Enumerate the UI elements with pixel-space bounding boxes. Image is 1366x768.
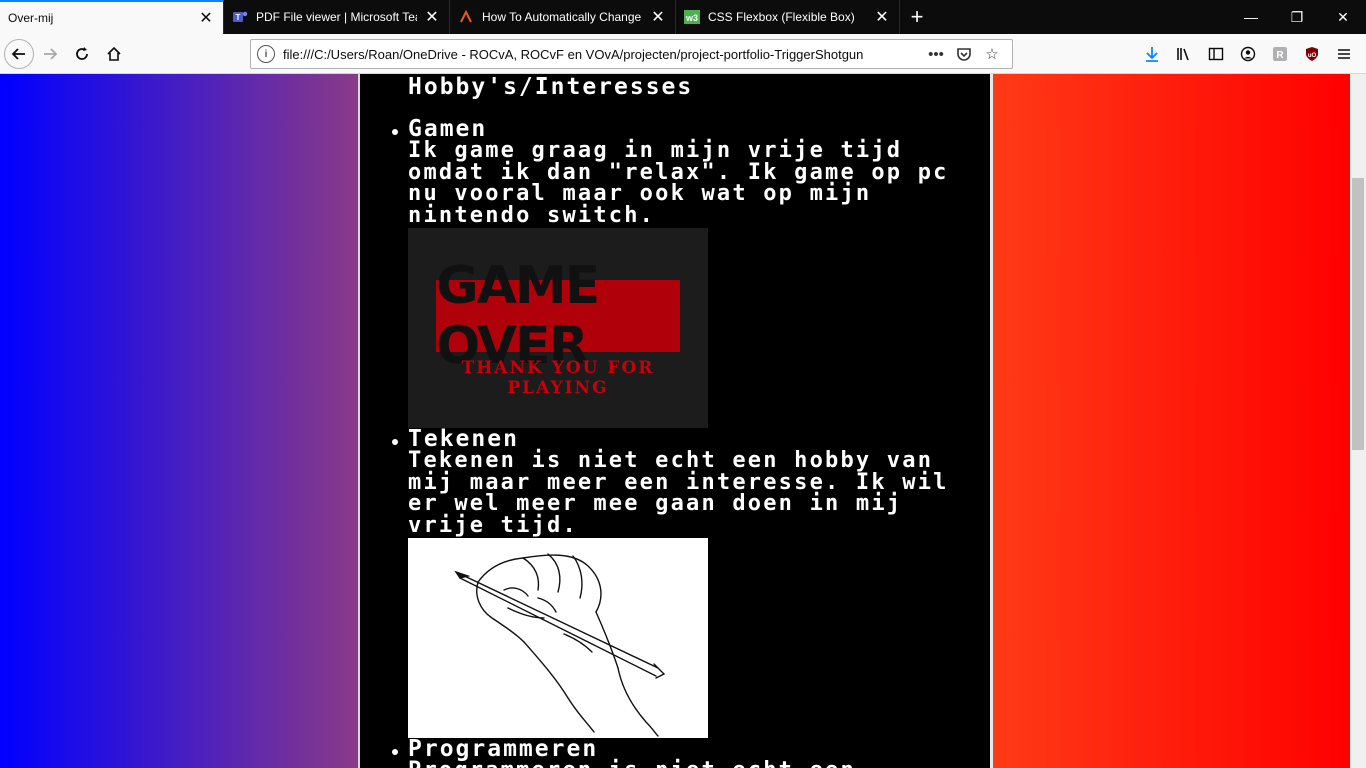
url-bar[interactable]: i file:///C:/Users/Roan/OneDrive - ROCvA… bbox=[250, 39, 1013, 69]
new-tab-icon[interactable]: + bbox=[900, 0, 934, 34]
teams-icon: T bbox=[232, 9, 248, 25]
item-title: Gamen bbox=[408, 116, 488, 142]
close-tab-icon[interactable]: ✕ bbox=[649, 8, 667, 26]
svg-text:R: R bbox=[1276, 50, 1284, 61]
bookmark-star-icon[interactable]: ☆ bbox=[978, 45, 1006, 63]
toolbar-right: R uO bbox=[1136, 38, 1360, 70]
tab-title: How To Automatically Change bbox=[482, 10, 642, 24]
close-tab-icon[interactable]: ✕ bbox=[197, 9, 215, 27]
pocket-icon[interactable] bbox=[950, 46, 978, 62]
tab-how-to[interactable]: How To Automatically Change ✕ bbox=[450, 0, 676, 34]
game-over-image: GAME OVER THANK YOU FOR PLAYING bbox=[408, 228, 708, 428]
tab-css-flexbox[interactable]: w3 CSS Flexbox (Flexible Box) ✕ bbox=[676, 0, 900, 34]
window-controls: — ❐ ✕ bbox=[1228, 0, 1366, 34]
svg-text:T: T bbox=[236, 13, 241, 22]
svg-text:uO: uO bbox=[1308, 53, 1317, 59]
nav-toolbar: i file:///C:/Users/Roan/OneDrive - ROCvA… bbox=[0, 34, 1366, 74]
menu-icon[interactable] bbox=[1328, 38, 1360, 70]
tab-over-mij[interactable]: Over-mij ✕ bbox=[0, 0, 224, 34]
bullet-icon bbox=[392, 439, 398, 445]
tab-title: CSS Flexbox (Flexible Box) bbox=[708, 10, 855, 24]
more-actions-icon[interactable]: ••• bbox=[922, 46, 950, 63]
account-icon[interactable] bbox=[1232, 38, 1264, 70]
main-content: Hobby's/Interesses Gamen Ik game graag i… bbox=[360, 74, 990, 768]
info-icon[interactable]: i bbox=[257, 45, 275, 63]
tab-strip: Over-mij ✕ T PDF File viewer | Microsoft… bbox=[0, 0, 1366, 34]
minimize-icon[interactable]: — bbox=[1228, 0, 1274, 34]
right-gradient-panel bbox=[993, 74, 1350, 768]
bullet-icon bbox=[392, 749, 398, 755]
game-over-subtitle: THANK YOU FOR PLAYING bbox=[461, 358, 655, 398]
tab-title: Over-mij bbox=[8, 11, 54, 25]
list-item-tekenen: Tekenen Tekenen is niet echt een hobby v… bbox=[392, 426, 988, 738]
item-title: Tekenen bbox=[408, 426, 519, 452]
close-tab-icon[interactable]: ✕ bbox=[423, 8, 441, 26]
page-viewport: Hobby's/Interesses Gamen Ik game graag i… bbox=[0, 74, 1366, 768]
reload-icon[interactable] bbox=[66, 38, 98, 70]
library-icon[interactable] bbox=[1168, 38, 1200, 70]
svg-text:w3: w3 bbox=[685, 13, 698, 23]
web-icon bbox=[458, 9, 474, 25]
ublock-icon[interactable]: uO bbox=[1296, 38, 1328, 70]
item-title: Programmeren bbox=[408, 736, 599, 762]
bullet-icon bbox=[392, 129, 398, 135]
restore-icon[interactable]: ❐ bbox=[1274, 0, 1320, 34]
sidebar-icon[interactable] bbox=[1200, 38, 1232, 70]
left-gradient-panel bbox=[0, 74, 358, 768]
tab-title: PDF File viewer | Microsoft Tea bbox=[256, 10, 417, 24]
section-title: Hobby's/Interesses bbox=[408, 74, 694, 100]
extension-icon[interactable]: R bbox=[1264, 38, 1296, 70]
game-over-text: GAME OVER bbox=[436, 256, 600, 376]
drawing-hand-image bbox=[408, 538, 708, 738]
home-icon[interactable] bbox=[98, 38, 130, 70]
w3schools-icon: w3 bbox=[684, 9, 700, 25]
back-arrow-icon[interactable] bbox=[4, 38, 34, 69]
hand-with-pencil-icon bbox=[454, 553, 666, 737]
item-text: Programmeren is niet echt een bbox=[408, 760, 988, 768]
list-item-programmeren: Programmeren Programmeren is niet echt e… bbox=[392, 736, 988, 768]
close-tab-icon[interactable]: ✕ bbox=[873, 8, 891, 26]
scrollbar-thumb[interactable] bbox=[1352, 178, 1364, 450]
tab-pdf-viewer[interactable]: T PDF File viewer | Microsoft Tea ✕ bbox=[224, 0, 450, 34]
forward-arrow-icon[interactable] bbox=[34, 38, 66, 70]
item-text: Ik game graag in mijn vrije tijd omdat i… bbox=[408, 138, 949, 228]
close-window-icon[interactable]: ✕ bbox=[1320, 0, 1366, 34]
list-item-gamen: Gamen Ik game graag in mijn vrije tijd o… bbox=[392, 116, 988, 428]
download-icon[interactable] bbox=[1136, 38, 1168, 70]
item-text: Tekenen is niet echt een hobby van mij m… bbox=[408, 448, 949, 538]
url-text[interactable]: file:///C:/Users/Roan/OneDrive - ROCvA, … bbox=[283, 47, 922, 62]
